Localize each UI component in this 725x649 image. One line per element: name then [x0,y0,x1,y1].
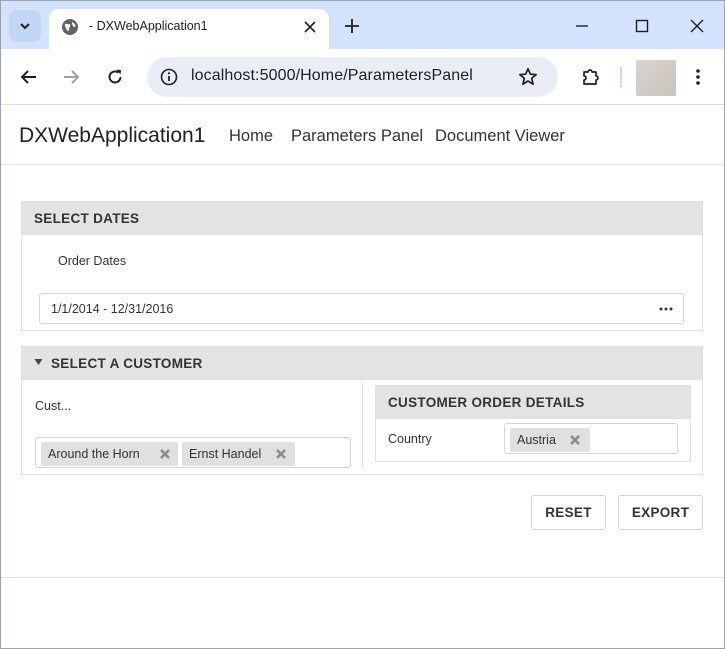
close-window-icon [690,19,704,33]
country-label: Country [388,432,432,446]
country-tag-label: Austria [517,433,556,447]
chevron-down-icon [20,23,30,30]
minimize-button[interactable] [567,11,597,41]
customer-order-details-group: CUSTOMER ORDER DETAILS Country Austria [375,385,691,462]
country-tag: Austria [510,428,590,452]
minimize-icon [576,25,588,27]
maximize-button[interactable] [627,11,657,41]
remove-x-icon[interactable] [569,434,581,446]
group-divider [362,382,363,469]
customer-tag-label: Around the Horn [48,447,140,461]
triangle-down-icon [34,359,43,365]
address-bar[interactable]: localhost:5000/Home/ParametersPanel [147,57,558,97]
export-button[interactable]: EXPORT [618,495,703,530]
browser-tabstrip: - DXWebApplication1 [1,1,724,49]
new-tab-button[interactable] [340,14,364,38]
plus-icon [345,19,359,33]
remove-x-icon[interactable] [275,448,287,460]
select-customer-header[interactable]: SELECT A CUSTOMER [22,347,702,380]
profile-avatar[interactable] [636,60,676,96]
footer-divider [1,577,724,578]
customer-tag-label: Ernst Handel [189,447,262,461]
back-button[interactable] [15,63,43,91]
arrow-left-icon [20,70,36,84]
tab-close-button[interactable] [300,17,320,37]
remove-x-icon[interactable] [159,448,171,460]
nav-link-document-viewer[interactable]: Document Viewer [435,127,565,146]
close-window-button[interactable] [682,11,712,41]
reload-icon [108,69,122,84]
browser-toolbar: localhost:5000/Home/ParametersPanel [1,49,724,105]
select-dates-group: SELECT DATES Order Dates 1/1/2014 - 12/3… [21,201,703,331]
nav-link-home[interactable]: Home [229,127,273,146]
puzzle-icon [583,69,599,85]
country-tagbox[interactable]: Austria [504,423,678,454]
url-text[interactable]: localhost:5000/Home/ParametersPanel [191,67,473,85]
customer-tag: Around the Horn [41,442,178,466]
arrow-right-icon [64,70,80,84]
info-icon[interactable] [159,67,179,87]
brand-link[interactable]: DXWebApplication1 [19,124,205,148]
toolbar-separator [620,67,622,87]
kebab-menu-icon [696,69,700,85]
forward-button[interactable] [57,63,85,91]
reload-button[interactable] [101,63,129,91]
order-dates-value: 1/1/2014 - 12/31/2016 [51,302,174,316]
browser-tab[interactable]: - DXWebApplication1 [49,9,329,49]
tab-title: - DXWebApplication1 [89,19,208,33]
maximize-icon [635,19,649,33]
reset-button[interactable]: RESET [531,495,606,530]
extensions-button[interactable] [577,63,605,91]
app-navbar: DXWebApplication1 Home Parameters Panel … [1,106,724,165]
select-customer-title: SELECT A CUSTOMER [51,356,203,371]
star-icon[interactable] [517,66,539,88]
customer-order-details-header: CUSTOMER ORDER DETAILS [376,386,690,419]
nav-link-parameters-panel[interactable]: Parameters Panel [291,127,423,146]
customer-tagbox[interactable]: Around the Horn Ernst Handel [35,437,351,468]
close-icon [304,21,316,33]
browser-menu-button[interactable] [684,63,712,91]
order-dates-label: Order Dates [58,254,127,268]
order-dates-field[interactable]: 1/1/2014 - 12/31/2016 [39,293,684,324]
select-dates-header: SELECT DATES [22,202,702,235]
customer-tag: Ernst Handel [182,442,295,466]
ellipsis-icon[interactable] [659,307,673,311]
tab-search-button[interactable] [9,10,41,42]
customer-label: Cust... [35,399,72,413]
select-customer-group: SELECT A CUSTOMER Cust... Around the Hor… [21,346,703,475]
globe-icon [62,19,78,35]
